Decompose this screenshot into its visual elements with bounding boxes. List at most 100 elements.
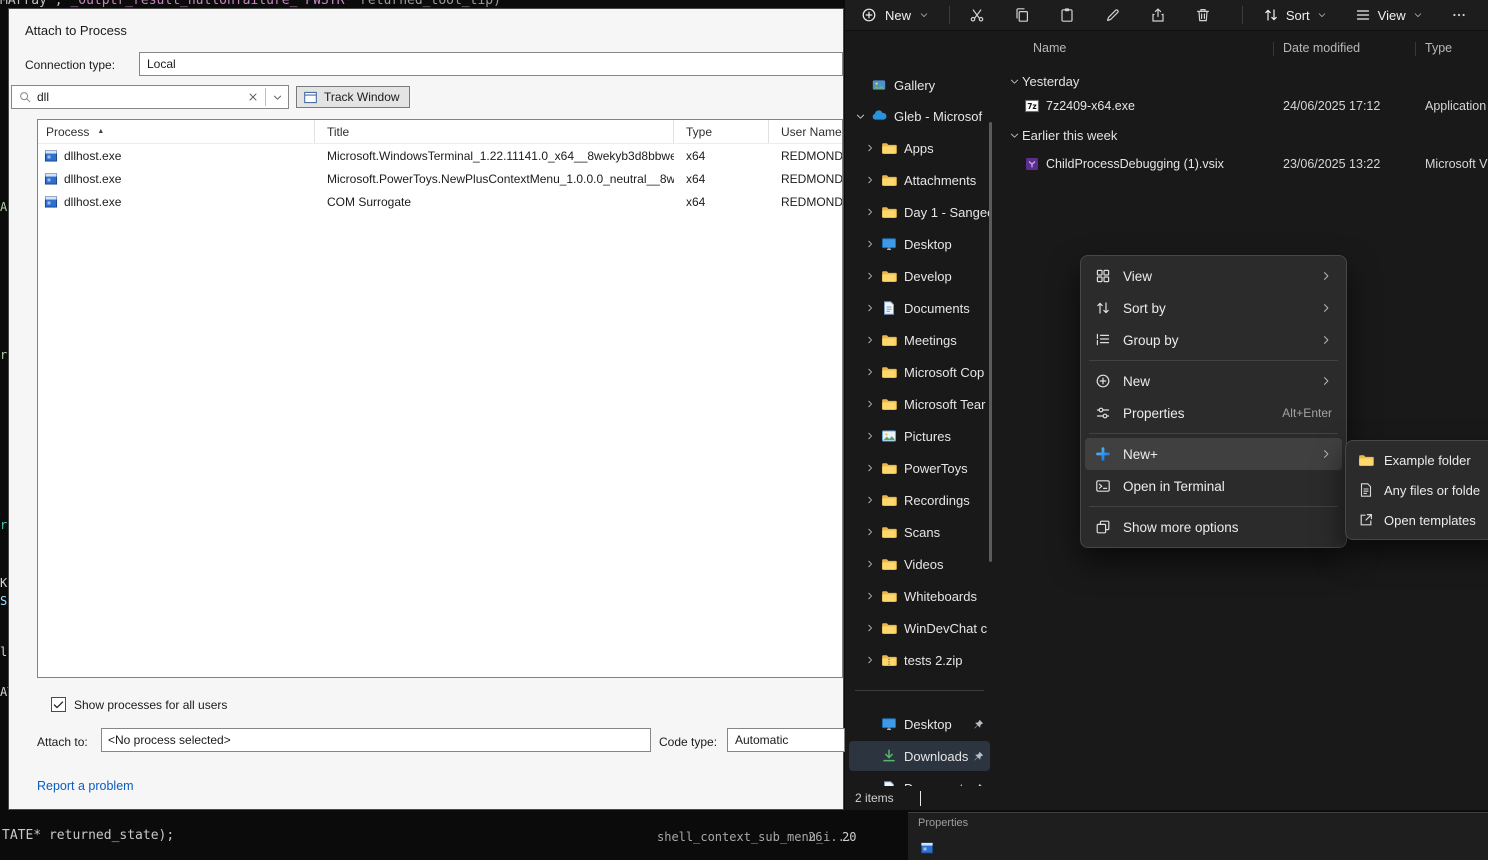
context-menu-item-show-more-options[interactable]: Show more options	[1085, 511, 1342, 543]
copy-icon	[1014, 7, 1030, 23]
sidebar-item-day-1-sangee[interactable]: Day 1 - Sangee	[849, 197, 990, 227]
open-external-icon	[1358, 512, 1374, 528]
column-header-type[interactable]: Type	[1425, 41, 1452, 55]
chevron-down-icon[interactable]	[849, 111, 871, 122]
sidebar-item-onedrive[interactable]: Gleb - Microsof	[849, 101, 990, 131]
delete-button[interactable]	[1187, 2, 1220, 28]
sidebar-item-gallery[interactable]: Gallery	[849, 70, 990, 100]
folder-icon	[881, 620, 897, 636]
sort-button[interactable]: Sort	[1253, 2, 1337, 28]
chevron-right-icon[interactable]	[859, 399, 881, 409]
process-row[interactable]: dllhost.exe COM Surrogate x64 REDMOND	[38, 190, 842, 213]
chevron-right-icon[interactable]	[859, 239, 881, 249]
chevron-down-icon[interactable]	[1006, 76, 1022, 87]
column-header-process[interactable]: Process▲	[38, 120, 315, 143]
chevron-right-icon[interactable]	[859, 303, 881, 313]
context-menu-item-new-plus[interactable]: New+	[1085, 438, 1342, 470]
chevron-right-icon[interactable]	[859, 207, 881, 217]
column-header-date-modified[interactable]: Date modified	[1283, 41, 1360, 55]
process-row[interactable]: dllhost.exe Microsoft.PowerToys.NewPlusC…	[38, 167, 842, 190]
clear-filter-button[interactable]	[241, 86, 265, 108]
download-icon	[881, 748, 897, 764]
column-header-title[interactable]: Title	[315, 120, 674, 143]
column-divider[interactable]	[1273, 42, 1274, 56]
sidebar-pinned-desktop[interactable]: Desktop	[849, 709, 990, 739]
column-divider[interactable]	[1415, 42, 1416, 56]
chevron-right-icon[interactable]	[859, 655, 881, 665]
context-menu-item-open-in-terminal[interactable]: Open in Terminal	[1085, 470, 1342, 502]
context-menu-item-properties[interactable]: Properties Alt+Enter	[1085, 397, 1342, 429]
sidebar-item-documents[interactable]: Documents	[849, 293, 990, 323]
submenu-item-open-templates[interactable]: Open templates	[1350, 505, 1488, 535]
paste-button[interactable]	[1051, 2, 1084, 28]
show-all-users-checkbox[interactable]	[51, 697, 66, 712]
rename-button[interactable]	[1096, 2, 1129, 28]
group-header-earlier-this-week[interactable]: Earlier this week	[998, 124, 1488, 146]
pencil-icon	[1105, 7, 1121, 23]
column-header-type[interactable]: Type	[674, 120, 769, 143]
submenu-item-example-folder[interactable]: Example folder	[1350, 445, 1488, 475]
chevron-right-icon[interactable]	[859, 495, 881, 505]
sidebar-pinned-downloads[interactable]: Downloads	[849, 741, 990, 771]
sidebar-item-microsoft-cop[interactable]: Microsoft Cop	[849, 357, 990, 387]
submenu-item-any-files-or-folders[interactable]: Any files or folde	[1350, 475, 1488, 505]
chevron-right-icon[interactable]	[859, 143, 881, 153]
sidebar-item-attachments[interactable]: Attachments	[849, 165, 990, 195]
chevron-right-icon[interactable]	[859, 271, 881, 281]
pin-icon	[972, 718, 985, 731]
sidebar-item-whiteboards[interactable]: Whiteboards	[849, 581, 990, 611]
chevron-right-icon[interactable]	[859, 367, 881, 377]
column-label: Type	[686, 125, 712, 139]
connection-type-select[interactable]: Local	[139, 52, 843, 76]
chevron-right-icon[interactable]	[859, 591, 881, 601]
context-menu-item-group-by[interactable]: Group by	[1085, 324, 1342, 356]
process-row[interactable]: dllhost.exe Microsoft.WindowsTerminal_1.…	[38, 144, 842, 167]
folder-icon	[881, 268, 897, 284]
sidebar-item-develop[interactable]: Develop	[849, 261, 990, 291]
sidebar-item-tests-2-zip[interactable]: tests 2.zip	[849, 645, 990, 675]
sidebar-item-apps[interactable]: Apps	[849, 133, 990, 163]
cut-button[interactable]	[960, 2, 993, 28]
chevron-right-icon[interactable]	[859, 463, 881, 473]
sidebar-item-recordings[interactable]: Recordings	[849, 485, 990, 515]
sidebar-item-meetings[interactable]: Meetings	[849, 325, 990, 355]
sidebar-item-scans[interactable]: Scans	[849, 517, 990, 547]
see-more-button[interactable]	[1443, 2, 1476, 28]
process-filter-input[interactable]	[37, 90, 241, 104]
chevron-right-icon[interactable]	[859, 335, 881, 345]
file-row-childprocessdebugging[interactable]: ChildProcessDebugging (1).vsix 23/06/202…	[1002, 150, 1488, 178]
attach-to-field[interactable]	[101, 728, 651, 752]
document-icon	[1358, 482, 1374, 498]
code-token: returned_tool_tip)	[352, 0, 501, 8]
sidebar-item-powertoys[interactable]: PowerToys	[849, 453, 990, 483]
group-header-yesterday[interactable]: Yesterday	[998, 70, 1488, 92]
column-header-name[interactable]: Name	[1033, 41, 1066, 55]
chevron-right-icon[interactable]	[859, 175, 881, 185]
sidebar-item-microsoft-tear[interactable]: Microsoft Tear	[849, 389, 990, 419]
file-row-7z2409[interactable]: 7z2409-x64.exe 24/06/2025 17:12 Applicat…	[1002, 92, 1488, 120]
sidebar-pinned-documents[interactable]: Documents	[849, 773, 990, 786]
sidebar-item-windevchat[interactable]: WinDevChat c	[849, 613, 990, 643]
sidebar-item-desktop[interactable]: Desktop	[849, 229, 990, 259]
chevron-right-icon[interactable]	[859, 527, 881, 537]
chevron-right-icon[interactable]	[859, 559, 881, 569]
context-menu-item-view[interactable]: View	[1085, 260, 1342, 292]
new-button[interactable]: New	[851, 2, 939, 28]
share-button[interactable]	[1141, 2, 1174, 28]
sidebar-item-pictures[interactable]: Pictures	[849, 421, 990, 451]
sidebar-item-videos[interactable]: Videos	[849, 549, 990, 579]
column-header-user-name[interactable]: User Name	[769, 120, 842, 143]
sidebar-scrollbar[interactable]	[989, 122, 992, 562]
report-a-problem-link[interactable]: Report a problem	[37, 779, 134, 793]
editor-column-number: 20	[842, 830, 856, 844]
view-button[interactable]: View	[1345, 2, 1433, 28]
filter-dropdown-button[interactable]	[266, 86, 288, 108]
chevron-right-icon[interactable]	[859, 431, 881, 441]
copy-button[interactable]	[1005, 2, 1038, 28]
chevron-down-icon[interactable]	[1006, 130, 1022, 141]
track-window-button[interactable]: Track Window	[296, 86, 410, 108]
context-menu-item-sort-by[interactable]: Sort by	[1085, 292, 1342, 324]
code-type-select[interactable]: Automatic	[727, 728, 845, 752]
chevron-right-icon[interactable]	[859, 623, 881, 633]
context-menu-item-new[interactable]: New	[1085, 365, 1342, 397]
